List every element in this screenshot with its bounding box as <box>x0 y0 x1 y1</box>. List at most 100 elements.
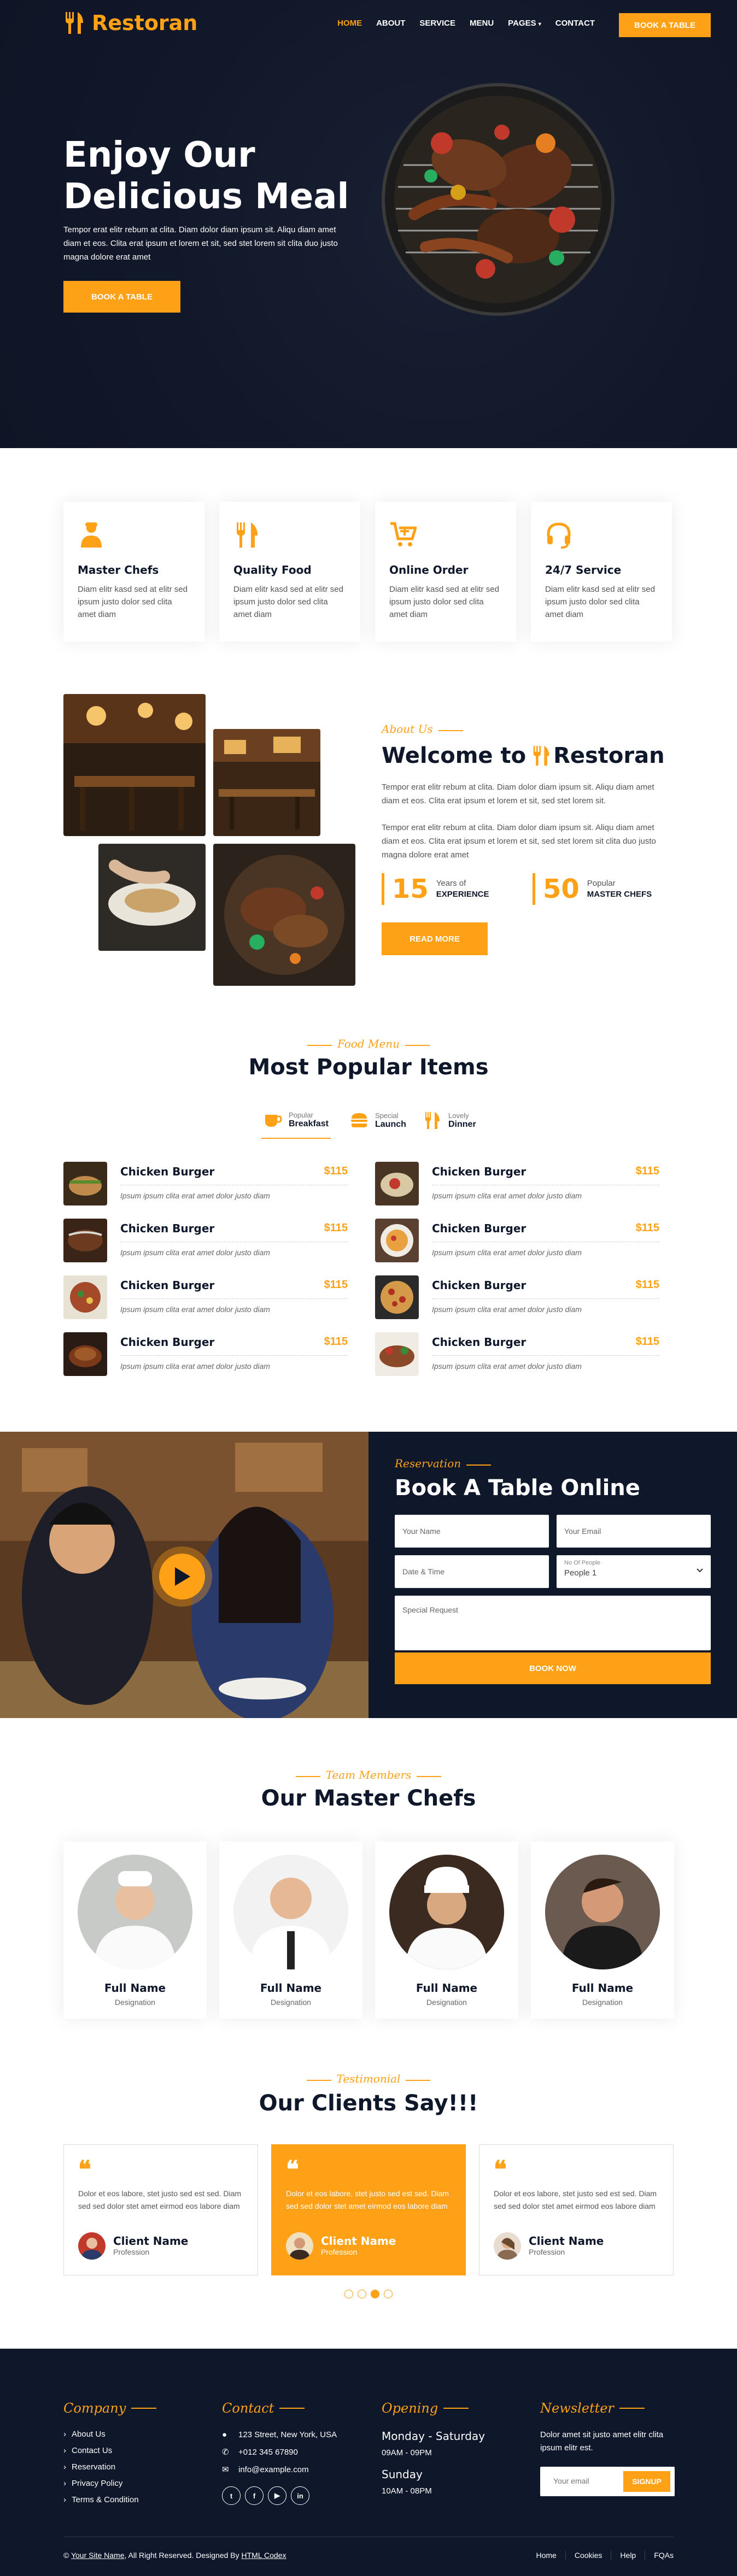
chef-icon <box>81 522 102 548</box>
footer-link[interactable]: Reservation <box>63 2459 139 2475</box>
divider-line <box>406 2079 431 2081</box>
menu-item[interactable]: Chicken Burger $115 Ipsum ipsum clita erat… <box>63 1275 348 1321</box>
carousel-dot[interactable] <box>344 2290 353 2298</box>
menu-item-divider <box>432 1355 659 1356</box>
tab-breakfast[interactable]: Popular Breakfast <box>261 1107 331 1139</box>
nav-about[interactable]: ABOUT <box>376 19 405 28</box>
brand-logo[interactable]: Restoran <box>63 11 197 35</box>
play-button[interactable] <box>152 1546 212 1607</box>
menu-item[interactable]: Chicken Burger $115 Ipsum ipsum clita erat… <box>375 1219 659 1265</box>
twitter-icon[interactable]: t <box>222 2486 241 2505</box>
carousel-dot[interactable] <box>384 2290 393 2298</box>
menu-item[interactable]: Chicken Burger $115 Ipsum ipsum clita erat… <box>63 1162 348 1208</box>
menu-item[interactable]: Chicken Burger $115 Ipsum ipsum clita erat… <box>375 1332 659 1378</box>
nav-contact[interactable]: CONTACT <box>555 19 595 28</box>
about-paragraph-2: Tempor erat elitr rebum at clita. Diam d… <box>382 823 656 860</box>
footer-link-cookies[interactable]: Cookies <box>565 2551 602 2560</box>
menu-item-image <box>375 1275 419 1319</box>
team-card[interactable]: Full Name Designation <box>219 1842 362 2019</box>
chef-photo <box>233 1855 348 1969</box>
book-now-button[interactable]: BOOK NOW <box>395 1652 711 1684</box>
team-card[interactable]: Full Name Designation <box>375 1842 518 2019</box>
footer-link[interactable]: Privacy Policy <box>63 2475 139 2492</box>
site-name-link[interactable]: Your Site Name <box>71 2551 125 2560</box>
signup-button[interactable]: SIGNUP <box>623 2471 670 2492</box>
about-image-4 <box>213 844 355 986</box>
carousel-dot[interactable] <box>358 2290 366 2298</box>
tab-dinner[interactable]: Lovely Dinner <box>421 1107 478 1139</box>
facebook-icon[interactable]: f <box>245 2486 264 2505</box>
testimonial-card[interactable]: ❝ Dolor et eos labore, stet justo sed est… <box>479 2144 674 2275</box>
menu-item-price: $115 <box>635 1222 659 1234</box>
footer-link[interactable]: Terms & Condition <box>63 2492 139 2508</box>
grill-image <box>382 83 615 316</box>
about-image-1 <box>63 694 206 836</box>
menu-item[interactable]: Chicken Burger $115 Ipsum ipsum clita erat… <box>375 1162 659 1208</box>
datetime-input[interactable]: Date & Time <box>395 1555 549 1588</box>
counter-label: Years of EXPERIENCE <box>436 878 489 900</box>
testimonial-text: Dolor et eos labore, stet justo sed est … <box>78 2189 242 2210</box>
counter-big: EXPERIENCE <box>436 890 489 899</box>
tab-label: Popular Breakfast <box>289 1111 329 1129</box>
youtube-icon[interactable]: ▶ <box>268 2486 286 2505</box>
nav-pages[interactable]: PAGES ▾ <box>508 19 541 28</box>
nav-service[interactable]: SERVICE <box>419 19 455 28</box>
nav-home[interactable]: HOME <box>337 19 362 28</box>
people-select[interactable]: No Of People People 1 <box>557 1555 711 1588</box>
menu-item[interactable]: Chicken Burger $115 Ipsum ipsum clita erat… <box>63 1219 348 1265</box>
testimonial-card[interactable]: ❝ Dolor et eos labore, stet justo sed est… <box>63 2144 258 2275</box>
chef-photo <box>389 1855 504 1969</box>
tab-small: Popular <box>289 1110 313 1119</box>
name-input[interactable]: Your Name <box>395 1515 549 1548</box>
service-text: Diam elitr kasd sed at elitr sed ipsum j… <box>233 585 343 619</box>
client-text: Client Name Profession <box>529 2234 604 2257</box>
reservation-video <box>0 1432 368 1718</box>
service-card-24-7-service[interactable]: 24/7 Service Diam elitr kasd sed at elit… <box>531 502 672 642</box>
read-more-button[interactable]: READ MORE <box>382 922 488 955</box>
client-name: Client Name <box>529 2234 604 2248</box>
team-card[interactable]: Full Name Designation <box>531 1842 674 2019</box>
service-card-online-order[interactable]: Online Order Diam elitr kasd sed at elit… <box>375 502 516 642</box>
about-subtitle-text: About Us <box>382 722 433 736</box>
menu-subtitle-text: Food Menu <box>337 1037 400 1050</box>
tab-launch[interactable]: Special Launch <box>348 1107 408 1139</box>
footer-contact-info: ● 123 Street, New York, USA ✆ +012 345 678… <box>222 2426 337 2479</box>
menu-item-price: $115 <box>324 1279 348 1291</box>
footer-link[interactable]: About Us <box>63 2426 139 2443</box>
about-image-3 <box>98 844 206 951</box>
menu-item[interactable]: Chicken Burger $115 Ipsum ipsum clita erat… <box>63 1332 348 1378</box>
counter-label: Popular MASTER CHEFS <box>587 878 652 900</box>
email-input[interactable]: Your Email <box>557 1515 711 1548</box>
chef-photo <box>545 1855 660 1969</box>
service-title: Master Chefs <box>78 563 159 577</box>
footer-link-home[interactable]: Home <box>536 2551 556 2560</box>
newsletter-email-input[interactable]: Your email <box>553 2477 589 2485</box>
footer-heading-text: Newsletter <box>540 2401 614 2416</box>
footer-link-help[interactable]: Help <box>611 2551 636 2560</box>
testimonial-card[interactable]: ❝ Dolor et eos labore, stet justo sed est… <box>271 2144 466 2275</box>
service-card-master-chefs[interactable]: Master Chefs Diam elitr kasd sed at elit… <box>63 502 204 642</box>
designer-link[interactable]: HTML Codex <box>242 2551 286 2560</box>
carousel-dot-active[interactable] <box>371 2290 379 2298</box>
linkedin-icon[interactable]: in <box>291 2486 309 2505</box>
chef-photo <box>78 1855 192 1969</box>
menu-item[interactable]: Chicken Burger $115 Ipsum ipsum clita erat… <box>375 1275 659 1321</box>
menu-item-desc: Ipsum ipsum clita erat amet dolor justo … <box>120 1191 270 1200</box>
hero-book-table-button[interactable]: BOOK A TABLE <box>63 281 180 313</box>
nav-menu-link[interactable]: MENU <box>470 19 494 28</box>
menu-item-price: $115 <box>635 1279 659 1291</box>
nav-book-table-button[interactable]: BOOK A TABLE <box>619 13 711 37</box>
chef-designation: Designation <box>115 1998 155 2007</box>
footer-link-fqas[interactable]: FQAs <box>645 2551 674 2560</box>
team-card[interactable]: Full Name Designation <box>63 1842 207 2019</box>
footer-company-heading: Company <box>63 2401 157 2416</box>
service-card-quality-food[interactable]: Quality Food Diam elitr kasd sed at elit… <box>219 502 360 642</box>
footer-company-links: About Us Contact Us Reservation Privacy … <box>63 2426 139 2508</box>
client-avatar <box>286 2232 313 2260</box>
special-request-textarea[interactable]: Special Request <box>395 1596 711 1650</box>
reservation-title: Book A Table Online <box>395 1475 640 1501</box>
footer-link[interactable]: Contact Us <box>63 2443 139 2459</box>
tab-big: Dinner <box>448 1119 476 1129</box>
service-text: Diam elitr kasd sed at elitr sed ipsum j… <box>78 585 188 619</box>
menu-item-desc: Ipsum ipsum clita erat amet dolor justo … <box>432 1362 582 1371</box>
